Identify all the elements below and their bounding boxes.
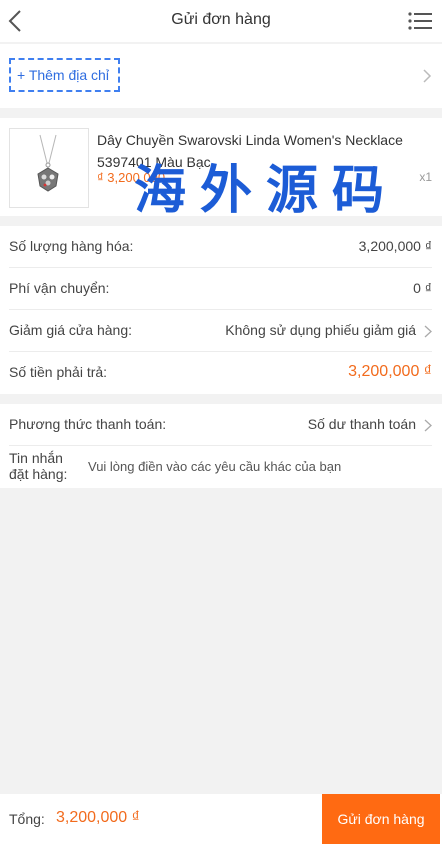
payment-method-value[interactable]: Số dư thanh toán — [308, 416, 416, 432]
payable-amount-label: Số tiền phải trả: — [9, 364, 108, 380]
payable-amount-value: 3,200,000 ₫ — [348, 363, 432, 380]
list-menu-icon[interactable] — [408, 11, 432, 31]
product-image — [9, 128, 89, 208]
shipping-fee-label: Phí vận chuyển: — [9, 280, 110, 296]
shop-discount-row[interactable]: Giảm giá cửa hàng: Không sử dụng phiếu g… — [9, 310, 432, 352]
total-label: Tổng: — [9, 811, 45, 827]
page-title: Gửi đơn hàng — [171, 11, 271, 28]
watermark-text: 海外源码 — [134, 161, 398, 218]
watermark-overlay: 海外源码 — [134, 161, 398, 218]
order-note-input[interactable]: Vui lòng điền vào các yêu cầu khác của b… — [88, 459, 341, 474]
shipping-fee-value: 0 ₫ — [413, 280, 432, 296]
order-note-label: Tin nhắn đặt hàng: — [9, 450, 68, 482]
top-bar: Gửi đơn hàng — [0, 0, 442, 42]
order-note-row: Tin nhắn đặt hàng: Vui lòng điền vào các… — [9, 446, 432, 488]
chevron-right-icon — [424, 325, 432, 338]
goods-amount-label: Số lượng hàng hóa: — [9, 238, 134, 254]
order-summary: Số lượng hàng hóa: 3,200,000 ₫ Phí vận c… — [0, 226, 442, 394]
payment-method-label: Phương thức thanh toán: — [9, 416, 167, 432]
payable-amount-row: Số tiền phải trả: 3,200,000 ₫ — [9, 352, 432, 394]
goods-amount-value: 3,200,000 ₫ — [358, 238, 432, 254]
bottom-bar: Tổng: 3,200,000 ₫ Gửi đơn hàng — [0, 794, 442, 844]
payment-method-row[interactable]: Phương thức thanh toán: Số dư thanh toán — [9, 404, 432, 446]
shipping-fee-row: Phí vận chuyển: 0 ₫ — [9, 268, 432, 310]
address-section[interactable]: + Thêm địa chỉ — [0, 44, 442, 108]
goods-amount-row: Số lượng hàng hóa: 3,200,000 ₫ — [9, 226, 432, 268]
shop-discount-label: Giảm giá cửa hàng: — [9, 322, 132, 338]
total-value: 3,200,000 ₫ — [56, 809, 140, 826]
add-address-button[interactable]: + Thêm địa chỉ — [9, 58, 120, 92]
submit-order-button[interactable]: Gửi đơn hàng — [322, 794, 440, 844]
shop-discount-value[interactable]: Không sử dụng phiếu giảm giá — [225, 322, 416, 338]
chevron-right-icon — [423, 69, 432, 83]
chevron-right-icon — [424, 419, 432, 432]
